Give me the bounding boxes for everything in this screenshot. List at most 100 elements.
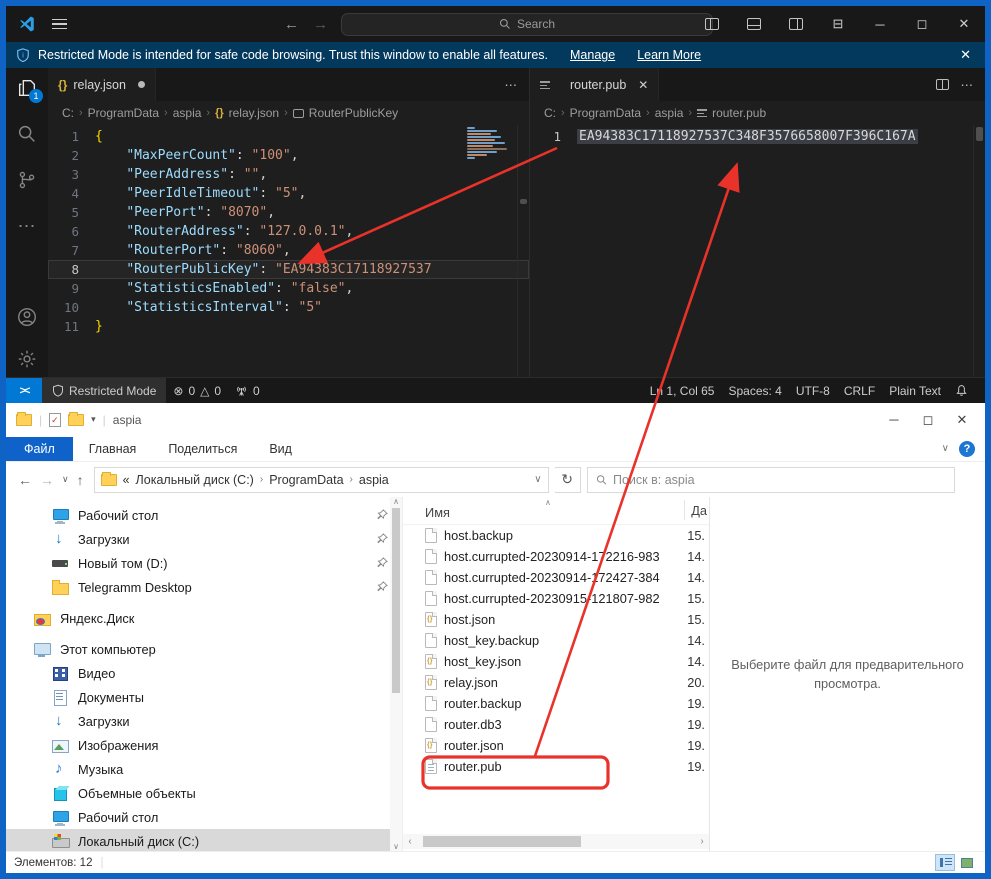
- scrollbar-thumb[interactable]: [423, 836, 581, 847]
- breadcrumb-item[interactable]: RouterPublicKey: [309, 106, 398, 120]
- notifications-bell-icon[interactable]: [948, 384, 975, 397]
- tab-router-pub[interactable]: router.pub ✕: [530, 68, 659, 101]
- code-line[interactable]: 6 "RouterAddress": "127.0.0.1",: [48, 222, 529, 241]
- code-line[interactable]: 1 EA94383C17118927537C348F3576658007F396…: [530, 127, 985, 146]
- sidebar-item-telegramm-desktop[interactable]: Telegramm Desktop: [6, 575, 402, 599]
- search-activity-icon[interactable]: [15, 122, 39, 146]
- toggle-secondary-sidebar-icon[interactable]: [775, 6, 817, 42]
- properties-icon[interactable]: [49, 413, 61, 427]
- ribbon-tab-file[interactable]: Файл: [6, 437, 73, 461]
- file-row-relay-json[interactable]: relay.json20.: [403, 672, 709, 693]
- explorer-search[interactable]: [587, 467, 955, 493]
- breadcrumb-item[interactable]: router.pub: [712, 106, 766, 120]
- sidebar-item-рабочий-стол[interactable]: Рабочий стол: [6, 503, 402, 527]
- address-dropdown-icon[interactable]: ∨: [534, 474, 541, 485]
- settings-gear-icon[interactable]: [15, 347, 39, 371]
- scroll-right-icon[interactable]: ›: [695, 836, 709, 847]
- collapsed-crumb-icon[interactable]: «: [123, 473, 130, 487]
- breadcrumbs-right[interactable]: C:›ProgramData›aspia›router.pub: [530, 101, 985, 125]
- file-row-host-currupted-20230915-121807-982[interactable]: host.currupted-20230915-121807-98215.: [403, 588, 709, 609]
- breadcrumbs-left[interactable]: C:›ProgramData›aspia›{}relay.json›Router…: [48, 101, 529, 125]
- banner-learn-more-link[interactable]: Learn More: [637, 48, 701, 62]
- sidebar-item-локальный-диск-c-[interactable]: Локальный диск (C:): [6, 829, 402, 851]
- details-view-button[interactable]: [935, 854, 955, 871]
- remote-indicator[interactable]: ><: [6, 378, 42, 403]
- status-restricted-mode[interactable]: Restricted Mode: [42, 378, 166, 403]
- maximize-button[interactable]: ◻: [901, 6, 943, 42]
- refresh-icon[interactable]: ↻: [555, 467, 581, 493]
- status-cursor-position[interactable]: Ln 1, Col 65: [643, 384, 722, 398]
- address-crumb[interactable]: Локальный диск (C:): [136, 473, 254, 487]
- scroll-left-icon[interactable]: ‹: [403, 836, 417, 847]
- status-eol[interactable]: CRLF: [837, 384, 882, 398]
- breadcrumb-item[interactable]: aspia: [173, 106, 202, 120]
- toggle-primary-sidebar-icon[interactable]: [691, 6, 733, 42]
- scrollbar-thumb[interactable]: [392, 508, 400, 693]
- forward-icon[interactable]: →: [40, 472, 54, 488]
- modified-dot-icon[interactable]: [138, 81, 145, 88]
- column-name[interactable]: Имя: [403, 505, 450, 520]
- large-icons-view-button[interactable]: [957, 854, 977, 871]
- sidebar-item-загрузки[interactable]: Загрузки: [6, 527, 402, 551]
- close-button[interactable]: ✕: [945, 403, 979, 436]
- sidebar-item-яндекс-диск[interactable]: Яндекс.Диск: [6, 606, 402, 630]
- sidebar-item-изображения[interactable]: Изображения: [6, 733, 402, 757]
- breadcrumb-item[interactable]: relay.json: [229, 106, 279, 120]
- search-input[interactable]: [613, 473, 946, 487]
- editor-scrollbar[interactable]: [973, 125, 985, 377]
- code-line[interactable]: 3 "PeerAddress": "",: [48, 165, 529, 184]
- minimize-button[interactable]: ─: [877, 403, 911, 436]
- editor-actions-more-icon[interactable]: ⋯: [961, 77, 974, 92]
- code-line[interactable]: 8 "RouterPublicKey": "EA94383C1711892753…: [48, 260, 529, 279]
- breadcrumb-item[interactable]: ProgramData: [88, 106, 159, 120]
- ribbon-tab-2[interactable]: Поделиться: [152, 438, 253, 460]
- code-line[interactable]: 7 "RouterPort": "8060",: [48, 241, 529, 260]
- file-row-host-json[interactable]: host.json15.: [403, 609, 709, 630]
- qat-dropdown-icon[interactable]: ▾: [91, 414, 96, 425]
- scroll-down-icon[interactable]: ∨: [393, 842, 399, 851]
- recent-locations-icon[interactable]: ∨: [62, 474, 69, 485]
- help-icon[interactable]: ?: [959, 441, 975, 457]
- status-indentation[interactable]: Spaces: 4: [721, 384, 788, 398]
- nav-back-icon[interactable]: ←: [284, 16, 299, 33]
- address-bar[interactable]: « Локальный диск (C:)›ProgramData›aspia …: [94, 467, 549, 493]
- address-crumb[interactable]: aspia: [359, 473, 389, 487]
- command-center-search[interactable]: Search: [341, 13, 713, 36]
- file-row-host-backup[interactable]: host.backup15.: [403, 525, 709, 546]
- sidebar-item-документы[interactable]: Документы: [6, 685, 402, 709]
- minimize-button[interactable]: ─: [859, 6, 901, 42]
- menu-icon[interactable]: [52, 19, 67, 30]
- editor-relay-json[interactable]: 1{2 "MaxPeerCount": "100",3 "PeerAddress…: [48, 125, 529, 377]
- sidebar-item-видео[interactable]: Видео: [6, 661, 402, 685]
- status-problems[interactable]: ⊗0 △0: [166, 378, 228, 403]
- back-icon[interactable]: ←: [18, 472, 32, 488]
- customize-layout-icon[interactable]: ⊟: [817, 6, 859, 42]
- file-row-router-json[interactable]: router.json19.: [403, 735, 709, 756]
- code-line[interactable]: 4 "PeerIdleTimeout": "5",: [48, 184, 529, 203]
- horizontal-scrollbar[interactable]: ‹ ›: [403, 834, 709, 849]
- status-language-mode[interactable]: Plain Text: [882, 384, 948, 398]
- minimap[interactable]: [467, 127, 513, 167]
- editor-actions-more-icon[interactable]: ⋯: [505, 77, 518, 92]
- sidebar-item-объемные-объекты[interactable]: Объемные объекты: [6, 781, 402, 805]
- tab-relay-json[interactable]: {} relay.json: [48, 68, 156, 101]
- breadcrumb-item[interactable]: ProgramData: [570, 106, 641, 120]
- tab-close-icon[interactable]: ✕: [638, 78, 648, 92]
- file-row-host-key-json[interactable]: host_key.json14.: [403, 651, 709, 672]
- nav-forward-icon[interactable]: →: [313, 16, 328, 33]
- ribbon-tab-3[interactable]: Вид: [253, 438, 308, 460]
- editor-router-pub[interactable]: 1 EA94383C17118927537C348F3576658007F396…: [530, 125, 985, 377]
- ribbon-tab-1[interactable]: Главная: [73, 438, 153, 460]
- source-control-activity-icon[interactable]: [15, 168, 39, 192]
- new-folder-icon[interactable]: [68, 414, 84, 426]
- code-line[interactable]: 1{: [48, 127, 529, 146]
- up-icon[interactable]: ↑: [77, 472, 84, 488]
- breadcrumb-item[interactable]: C:: [62, 106, 74, 120]
- file-row-host-currupted-20230914-172427-384[interactable]: host.currupted-20230914-172427-38414.: [403, 567, 709, 588]
- code-line[interactable]: 2 "MaxPeerCount": "100",: [48, 146, 529, 165]
- code-line[interactable]: 9 "StatisticsEnabled": "false",: [48, 279, 529, 298]
- sidebar-item-новый-том-d-[interactable]: Новый том (D:): [6, 551, 402, 575]
- sidebar-item-этот-компьютер[interactable]: Этот компьютер: [6, 637, 402, 661]
- banner-close-icon[interactable]: ✕: [960, 47, 971, 63]
- sidebar-item-музыка[interactable]: Музыка: [6, 757, 402, 781]
